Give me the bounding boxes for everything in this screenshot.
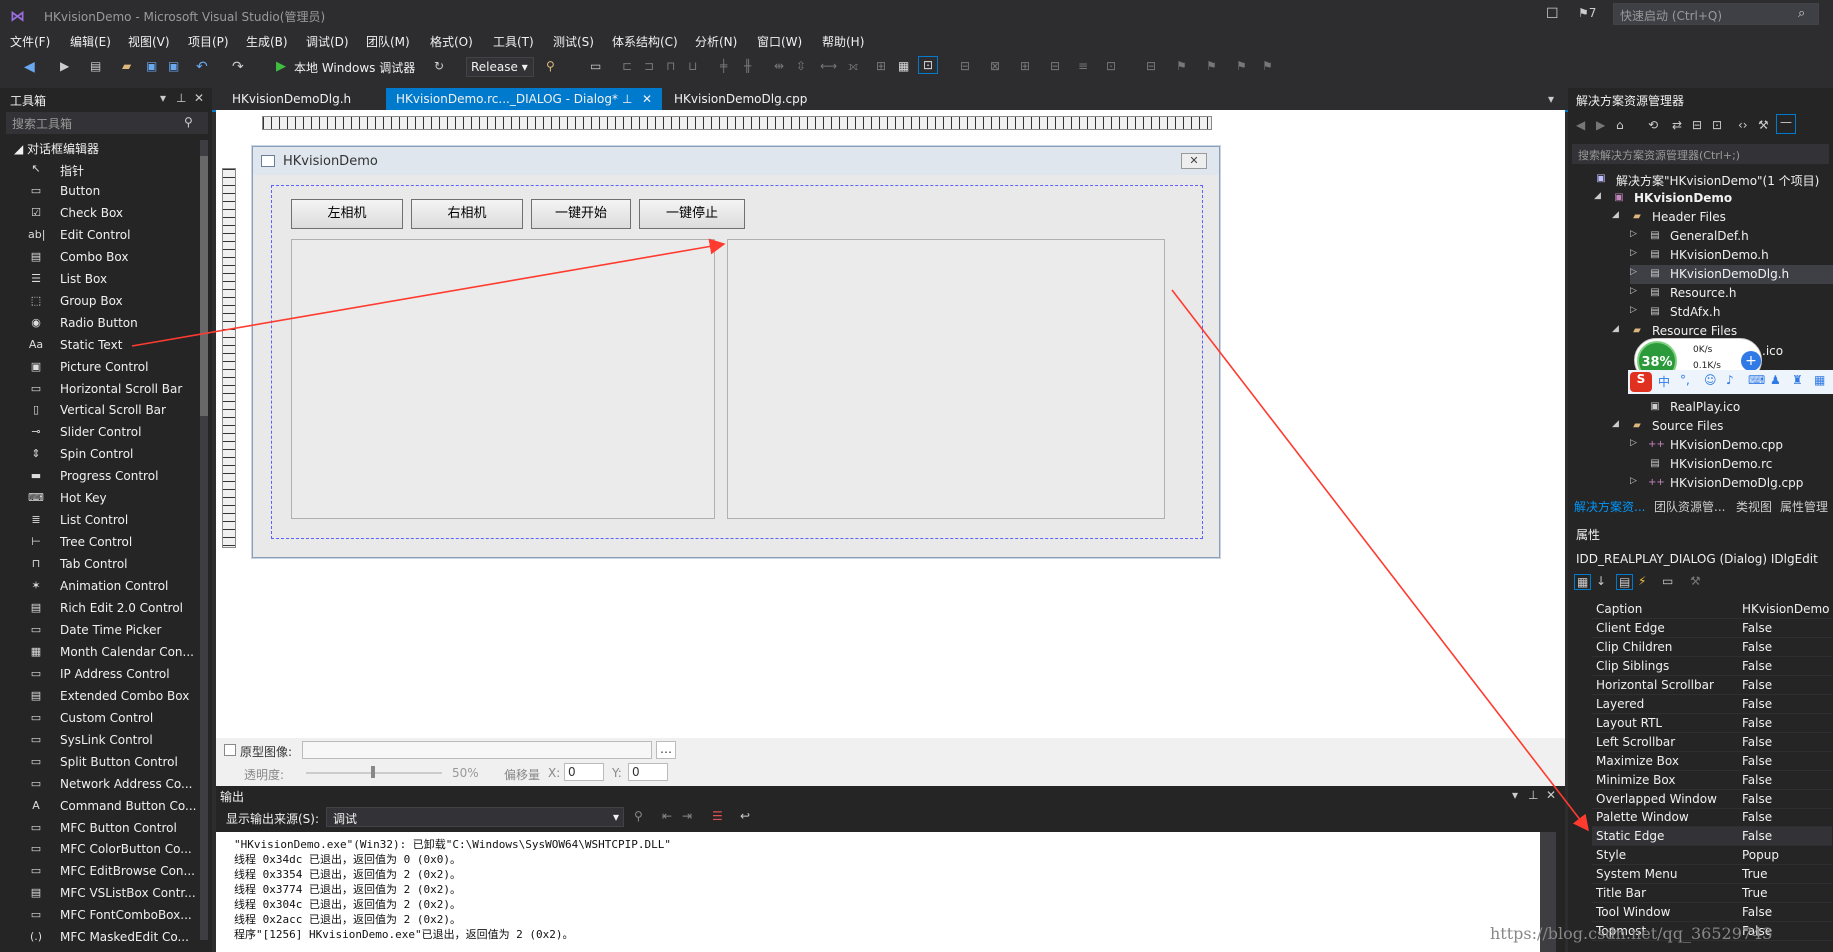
arrow-static-text-to-picture [131,238,726,347]
watermark: https://blog.csdn.net/qq_36529743 [1490,924,1773,943]
arrow-picture-to-static-edge [1171,289,1589,832]
annotation-arrows [131,238,1589,832]
